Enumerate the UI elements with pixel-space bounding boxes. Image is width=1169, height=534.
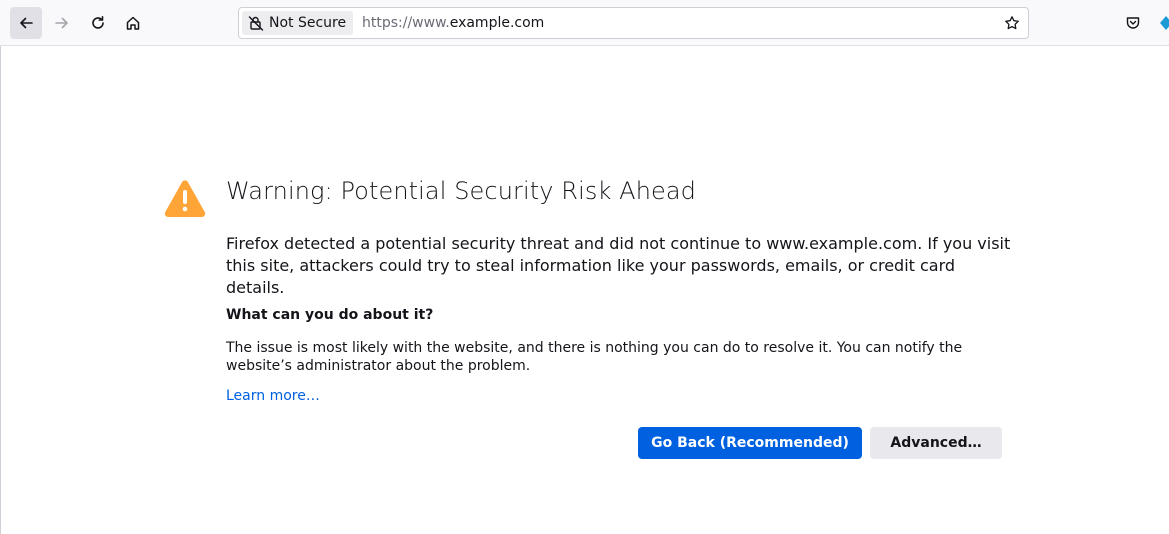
arrow-left-icon — [20, 17, 33, 29]
insecure-lock-icon — [248, 16, 264, 31]
star-icon — [1005, 16, 1019, 30]
arrow-right-icon — [55, 17, 68, 29]
reload-icon — [92, 16, 104, 29]
error-page: Warning: Potential Security Risk Ahead F… — [0, 47, 1169, 534]
learn-more-link[interactable]: Learn more… — [226, 388, 320, 404]
url-bar[interactable]: Not Secure https://www.example.com — [238, 7, 1029, 39]
pocket-button[interactable] — [1123, 13, 1143, 33]
site-identity-button[interactable]: Not Secure — [242, 11, 353, 35]
bookmark-button[interactable] — [1002, 13, 1022, 33]
extension-icon[interactable] — [1159, 15, 1169, 31]
go-back-button[interactable]: Go Back (Recommended) — [638, 427, 862, 459]
url-protocol: https://www. — [362, 15, 450, 31]
home-icon — [126, 16, 140, 30]
warning-icon — [164, 180, 206, 217]
url-text[interactable]: https://www.example.com — [362, 15, 544, 31]
advanced-button[interactable]: Advanced… — [870, 427, 1002, 459]
not-secure-label: Not Secure — [269, 15, 347, 31]
intro-text: Firefox detected a potential security th… — [226, 234, 1011, 297]
browser-toolbar: Not Secure https://www.example.com — [0, 0, 1169, 46]
pocket-icon — [1126, 17, 1140, 29]
page-title: Warning: Potential Security Risk Ahead — [226, 177, 697, 205]
home-button[interactable] — [117, 7, 149, 39]
url-domain: example.com — [449, 15, 545, 31]
what-can-you-do-heading: What can you do about it? — [226, 307, 434, 323]
back-button[interactable] — [10, 7, 42, 39]
forward-button[interactable] — [46, 7, 78, 39]
reload-button[interactable] — [82, 7, 114, 39]
explanation-text: The issue is most likely with the websit… — [226, 340, 963, 374]
